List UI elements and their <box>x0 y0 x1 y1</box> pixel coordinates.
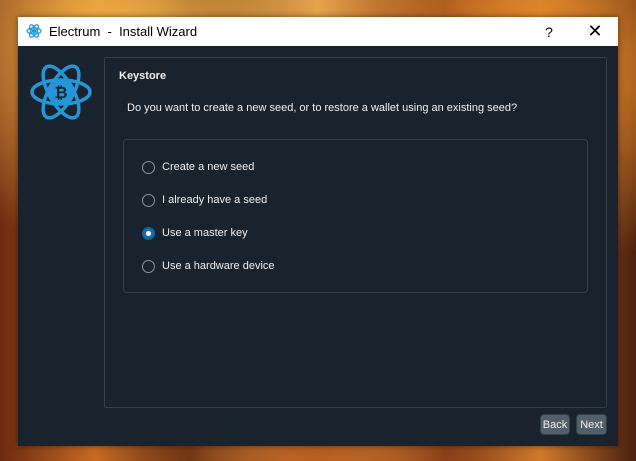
option-label: I already have a seed <box>162 194 268 206</box>
radio-button[interactable] <box>142 193 155 207</box>
option-use-master-key[interactable]: Use a master key <box>142 224 248 242</box>
keystore-panel: Keystore Do you want to create a new see… <box>104 57 607 408</box>
radio-button[interactable] <box>142 160 155 174</box>
window-title: Electrum - Install Wizard <box>49 24 198 39</box>
help-button[interactable]: ? <box>526 17 572 46</box>
next-button[interactable]: Next <box>576 414 607 435</box>
option-label: Use a hardware device <box>162 260 275 272</box>
electrum-icon <box>26 24 42 38</box>
title-bar[interactable]: Electrum - Install Wizard ? ✕ <box>18 17 618 46</box>
option-label: Create a new seed <box>162 161 255 173</box>
radio-button[interactable] <box>142 259 155 273</box>
svg-text:₿: ₿ <box>54 83 67 102</box>
section-title: Keystore <box>119 70 167 82</box>
keystore-options-group: Create a new seed I already have a seed … <box>123 139 588 293</box>
close-button[interactable]: ✕ <box>572 17 618 46</box>
install-wizard-window: Electrum - Install Wizard ? ✕ ₿ Keystore… <box>18 17 618 446</box>
electrum-logo-icon: ₿ <box>30 64 92 120</box>
option-already-have-seed[interactable]: I already have a seed <box>142 191 267 209</box>
option-use-hardware-device[interactable]: Use a hardware device <box>142 257 275 275</box>
option-create-new-seed[interactable]: Create a new seed <box>142 158 254 176</box>
radio-button-selected[interactable] <box>142 226 155 240</box>
question-text: Do you want to create a new seed, or to … <box>127 102 518 114</box>
option-label: Use a master key <box>162 227 248 239</box>
back-button[interactable]: Back <box>540 414 570 435</box>
